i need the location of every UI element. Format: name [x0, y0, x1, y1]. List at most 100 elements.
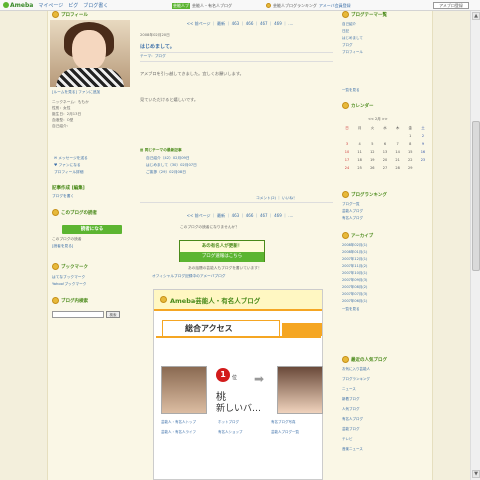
entry-body: 見ていただけると嬉しいです。	[140, 97, 199, 102]
bulb-icon	[342, 102, 349, 109]
theme-item[interactable]: 自己紹介	[342, 21, 356, 27]
blog-news-banner[interactable]: あの有名人が更新！ ブログ速報はこちら	[179, 240, 265, 262]
entry-body: アメブロを引っ越してきました。宜しくお願いします。	[140, 71, 244, 76]
reader-heading: このブログの読者	[52, 208, 97, 217]
search-button[interactable]: 検索	[106, 311, 120, 318]
related-heading: ▦ 同じテーマの最新記事	[140, 148, 182, 152]
ranking-link[interactable]: 芸能人・有名人ライフ	[161, 430, 196, 435]
archive-item[interactable]: 2007年10月(1)	[342, 270, 367, 276]
ranking-item[interactable]: 有名人ブログ	[342, 215, 363, 221]
ranking-link[interactable]: 芸能人・有名人トップ	[161, 420, 196, 425]
promo-link[interactable]: オフィシャルブログ記録中のアメーバブログ	[152, 274, 225, 279]
profile-note[interactable]: [ルームを見る] ファンに追加	[52, 90, 100, 95]
ameba-logo[interactable]: Ameba	[3, 2, 33, 9]
recent-item[interactable]: 人気ブログ	[342, 406, 360, 412]
profile-line: 自己紹介：	[52, 124, 71, 128]
entry-title[interactable]: はじめまして。	[140, 43, 175, 50]
blog-search-input[interactable]	[52, 311, 104, 318]
profile-heading: プロフィール	[52, 10, 88, 19]
bulb-icon	[52, 11, 59, 18]
recent-item[interactable]: 芸能ブログ	[342, 426, 360, 432]
recent-item[interactable]: テレビ	[342, 436, 353, 442]
bulb-icon	[52, 263, 59, 270]
tab-total-access[interactable]: 総合アクセス	[162, 320, 280, 336]
ameba-celebrity-widget[interactable]: Ameba芸能人・有名人ブログ 総合アクセス 1 位 ➡ 桃 新しいバ… 芸能人…	[153, 289, 323, 480]
profile-line: ニックネーム：ももか	[52, 100, 89, 104]
archive-item[interactable]: 2007年11月(2)	[342, 263, 367, 269]
rank-badge: 1	[216, 368, 230, 382]
rank-position: 位	[232, 375, 238, 381]
archive-more-link[interactable]: 一覧を見る	[342, 306, 360, 312]
pigg-link[interactable]: ピグ	[68, 2, 78, 9]
profile-detail-link[interactable]: プロフィール詳細	[54, 170, 83, 175]
message-link[interactable]: ✉ メッセージを送る	[54, 156, 88, 161]
reader-list-link[interactable]: [読者を見る]	[52, 244, 73, 249]
profile-photo[interactable]	[50, 20, 130, 87]
ranking-link[interactable]: 有名人ショップ	[218, 430, 243, 435]
entry-date: 2008年02月20日	[140, 33, 170, 37]
bulb-icon	[52, 209, 59, 216]
ranking-item[interactable]: ブログ一覧	[342, 201, 360, 207]
write-blog-link[interactable]: ブログ書く	[83, 2, 108, 9]
related-entry[interactable]: はじめまして（30）02月07日	[146, 163, 197, 168]
promo-text: あの話題の芸能人もブログを書いています！	[188, 266, 262, 270]
reader-question: このブログの読者になりませんか？	[180, 225, 239, 229]
vertical-scrollbar[interactable]: ▲ ▼	[470, 11, 480, 480]
entry-theme[interactable]: テーマ：ブログ	[140, 54, 166, 59]
recent-heading: 最近の人気ブログ	[342, 355, 387, 364]
next-arrow-icon[interactable]: ➡	[254, 372, 264, 386]
ranking-link[interactable]: 有名ブログ写真	[271, 420, 296, 425]
bulb-icon	[342, 11, 349, 18]
fan-link[interactable]: ♥ ファンになる	[54, 163, 81, 168]
recent-item[interactable]: ニュース	[342, 386, 356, 392]
theme-item[interactable]: はじめまして	[342, 35, 363, 41]
theme-item[interactable]: プロフィール	[342, 49, 363, 55]
recent-item[interactable]: ブログランキング	[342, 376, 370, 382]
ranking-link[interactable]: ホットブログ	[218, 420, 239, 425]
celebrity-photo[interactable]	[161, 366, 207, 414]
archive-item[interactable]: 2007年09月(3)	[342, 277, 367, 283]
ad-tag: 芸能人ブ	[172, 2, 190, 9]
archive-item[interactable]: 2007年07月(3)	[342, 291, 367, 297]
profile-line: 血液型：O型	[52, 118, 74, 122]
pagination-top[interactable]: << 前ページ ｜ 最新 ｜ 463 ｜ 466 ｜ 467 ｜ 469 ｜ .…	[160, 21, 320, 27]
scroll-thumb[interactable]	[472, 121, 480, 271]
recent-item[interactable]: 有名人ブログ	[342, 416, 363, 422]
bulb-icon	[342, 356, 349, 363]
comment-link[interactable]: コメント(2) ｜ いいね！	[256, 196, 297, 201]
article-heading: 記事作成 [編集]	[52, 186, 85, 191]
celebrity-photo-2[interactable]	[277, 366, 323, 414]
ameba-register-button[interactable]: アメブロ登録	[433, 2, 469, 9]
ranking-item[interactable]: 芸能人ブログ	[342, 208, 363, 214]
scroll-up-icon[interactable]: ▲	[472, 12, 480, 20]
calendar-heading: カレンダー	[342, 101, 374, 110]
scroll-down-icon[interactable]: ▼	[472, 470, 480, 478]
related-entry[interactable]: 自己紹介（42）02月09日	[146, 156, 190, 161]
archive-item[interactable]: 2008年02月(1)	[342, 242, 367, 248]
theme-item[interactable]: ブログ	[342, 42, 353, 48]
theme-more-link[interactable]: 一覧を見る	[342, 87, 360, 93]
top-ad-2[interactable]: 芸能人ブログランキング アメーバ会員登録	[266, 2, 406, 9]
recent-item[interactable]: 新着ブログ	[342, 396, 360, 402]
search-heading: ブログ内検索	[52, 296, 88, 305]
mypage-link[interactable]: マイページ	[38, 2, 63, 9]
celebrity-entry[interactable]: 新しいバ…	[216, 401, 261, 414]
reader-text: このブログの読者	[52, 237, 82, 241]
recent-item[interactable]: お気に入り芸能人	[342, 366, 370, 372]
tab-other[interactable]	[282, 323, 322, 336]
ranking-link[interactable]: 芸能人ブログ一覧	[271, 430, 299, 435]
bookmark-item[interactable]: Yahoo!ブックマーク	[52, 282, 86, 287]
archive-item[interactable]: 2007年06月(1)	[342, 298, 367, 304]
archive-item[interactable]: 2008年01月(1)	[342, 249, 367, 255]
related-entry[interactable]: ご挨拶（29）02月08日	[146, 170, 186, 175]
archive-item[interactable]: 2007年12月(1)	[342, 256, 367, 262]
bookmark-item[interactable]: はてなブックマーク	[52, 275, 85, 280]
pagination-bottom[interactable]: << 前ページ ｜ 最新 ｜ 463 ｜ 466 ｜ 467 ｜ 469 ｜ .…	[160, 213, 320, 219]
theme-item[interactable]: 日記	[342, 28, 349, 34]
archive-item[interactable]: 2007年08月(2)	[342, 284, 367, 290]
ameba-logo-icon	[3, 2, 9, 8]
recent-item[interactable]: 音楽ニュース	[342, 446, 363, 452]
calendar-month[interactable]: << 2月 >>	[368, 116, 388, 122]
become-reader-button[interactable]: 読者になる	[62, 225, 122, 234]
write-blog-link[interactable]: ブログを書く	[52, 194, 74, 199]
